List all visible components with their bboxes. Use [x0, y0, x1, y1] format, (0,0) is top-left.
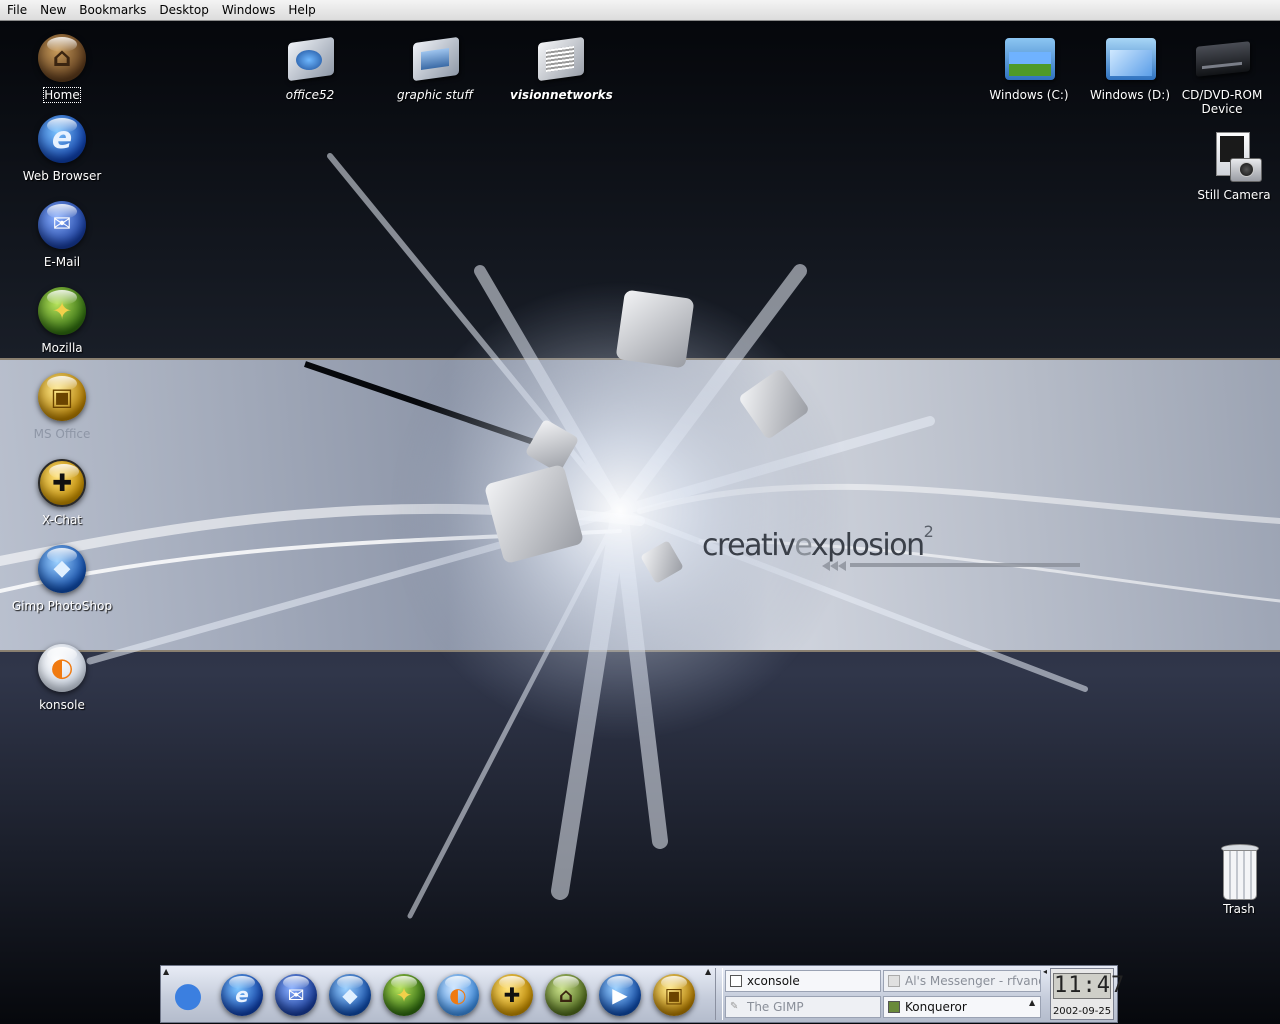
web-browser-icon: e	[34, 111, 90, 167]
konqueror-icon	[888, 1001, 900, 1013]
desktop-icon-visionnetworks-folder[interactable]: visionnetworks	[510, 30, 613, 102]
desktop-icon-mozilla[interactable]: ✦ Mozilla	[22, 283, 102, 355]
apple-menu-icon: ●	[173, 975, 203, 1015]
desktop-icon-windows-d[interactable]: Windows (D:)	[1088, 30, 1172, 102]
desktop-icon-email[interactable]: ✉ E-Mail	[22, 197, 102, 269]
panel-clock[interactable]: 11:47 2002-09-25	[1050, 968, 1126, 1020]
task-gimp[interactable]: ✎ The GIMP	[725, 996, 881, 1018]
desktop-icon-label: Mozilla	[41, 341, 83, 355]
clock-date: 2002-09-25	[1052, 1006, 1112, 1017]
folder-icon	[532, 30, 588, 86]
desktop-icon-label: Still Camera	[1197, 188, 1271, 202]
task-label: xconsole	[747, 974, 800, 988]
xchat-icon: ✚	[34, 455, 90, 511]
desktop-icon-gimp[interactable]: ◆ Gimp PhotoShop	[10, 541, 114, 613]
task-label: The GIMP	[747, 1000, 804, 1014]
kicker-panel: ▲ ● e ✉ ◆ ✦ ◐ ✚ ⌂ ▶ ▣ ▲ xconsole Al's Me…	[160, 965, 1126, 1023]
office-icon: ▣	[664, 983, 684, 1007]
desktop-icon-web-browser[interactable]: e Web Browser	[16, 111, 108, 183]
email-icon: ✉	[34, 197, 90, 253]
menu-bookmarks[interactable]: Bookmarks	[72, 3, 152, 17]
desktop-icon-still-camera[interactable]: Still Camera	[1196, 130, 1272, 202]
task-label: Konqueror	[905, 1000, 967, 1014]
task-messenger[interactable]: Al's Messenger - rfvande	[883, 970, 1041, 992]
launcher-office[interactable]: ▣	[651, 972, 697, 1018]
mozilla-icon: ✦	[34, 283, 90, 339]
menu-help[interactable]: Help	[281, 3, 321, 17]
folder-icon	[282, 30, 338, 86]
desktop-icon-label: Gimp PhotoShop	[11, 599, 113, 613]
desktop-icon-graphic-stuff-folder[interactable]: graphic stuff	[392, 30, 478, 102]
cdrom-drive-icon	[1194, 30, 1250, 86]
panel-applet-arrow-icon[interactable]: ▲	[705, 967, 711, 976]
drive-folder-icon	[1001, 30, 1057, 86]
menu-new[interactable]: New	[33, 3, 72, 17]
launcher-web-browser[interactable]: e	[219, 972, 265, 1018]
desktop-icon-label: X-Chat	[42, 513, 82, 527]
menu-file[interactable]: File	[0, 3, 33, 17]
clock-arrow-icon[interactable]: ◂	[1043, 967, 1047, 976]
desktop-icon-label: Windows (C:)	[989, 88, 1069, 102]
konsole-fish-icon: ◐	[34, 640, 90, 696]
gimp-icon: ✎	[730, 1001, 739, 1012]
gimp-icon: ◆	[342, 983, 358, 1007]
launcher-apple-menu[interactable]: ●	[165, 972, 211, 1018]
launcher-gimp[interactable]: ◆	[327, 972, 373, 1018]
messenger-icon	[888, 975, 900, 987]
desktop-icon-label: E-Mail	[43, 255, 81, 269]
desktop-icon-label: visionnetworks	[510, 88, 613, 102]
camera-icon	[1206, 130, 1262, 186]
xchat-icon: ✚	[503, 983, 521, 1007]
launcher-konsole[interactable]: ◐	[435, 972, 481, 1018]
desktop-icon-cdrom[interactable]: CD/DVD-ROM Device	[1176, 30, 1268, 116]
clock-time: 11:47	[1053, 973, 1126, 999]
launcher-media[interactable]: ▶	[597, 972, 643, 1018]
desktop-icon-label: office52	[285, 88, 335, 102]
task-label: Al's Messenger - rfvande	[905, 974, 1041, 988]
desktop-icon-label: Windows (D:)	[1089, 88, 1171, 102]
menu-desktop[interactable]: Desktop	[152, 3, 215, 17]
launcher-mozilla[interactable]: ✦	[381, 972, 427, 1018]
task-group-arrow-icon[interactable]: ▲	[1029, 998, 1035, 1007]
folder-icon	[407, 30, 463, 86]
taskbar-handle[interactable]	[715, 968, 723, 1020]
desktop-icon-konsole[interactable]: ◐ konsole	[22, 640, 102, 712]
konsole-fish-icon: ◐	[449, 983, 467, 1007]
email-icon: ✉	[287, 983, 305, 1007]
desktop-wallpaper	[0, 21, 1280, 1024]
desktop-icon-windows-c[interactable]: Windows (C:)	[986, 30, 1072, 102]
web-browser-icon: e	[235, 983, 249, 1007]
desktop-icon-label: konsole	[39, 698, 85, 712]
wallpaper-brand-text: creativexplosion2	[702, 522, 934, 563]
launcher-xchat[interactable]: ✚	[489, 972, 535, 1018]
menu-windows[interactable]: Windows	[215, 3, 282, 17]
desktop-icon-xchat[interactable]: ✚ X-Chat	[22, 455, 102, 527]
desktop-icon-home[interactable]: ⌂ Home	[22, 30, 102, 103]
desktop-icon-label: graphic stuff	[396, 88, 474, 102]
gimp-icon: ◆	[34, 541, 90, 597]
desktop-icon-office52-folder[interactable]: office52	[270, 30, 350, 102]
media-icon: ▶	[612, 983, 628, 1007]
window-icon	[730, 975, 742, 987]
office-icon: ▣	[34, 369, 90, 425]
trash-icon	[1211, 844, 1267, 900]
mozilla-icon: ✦	[395, 983, 413, 1007]
desktop-icon-trash[interactable]: Trash	[1204, 844, 1274, 916]
menu-bar: File New Bookmarks Desktop Windows Help	[0, 0, 1280, 21]
home-icon: ⌂	[34, 30, 90, 86]
task-xconsole[interactable]: xconsole	[725, 970, 881, 992]
task-konqueror[interactable]: Konqueror	[883, 996, 1041, 1018]
launcher-email[interactable]: ✉	[273, 972, 319, 1018]
desktop-icon-label: CD/DVD-ROM Device	[1181, 88, 1263, 116]
desktop-icon-label: Trash	[1223, 902, 1255, 916]
desktop-icon-label: Home	[43, 87, 81, 103]
launcher-home[interactable]: ⌂	[543, 972, 589, 1018]
desktop-icon-office[interactable]: ▣ MS Office	[22, 369, 102, 441]
home-icon: ⌂	[558, 983, 574, 1007]
desktop-icon-label: MS Office	[33, 427, 91, 441]
drive-folder-icon	[1102, 30, 1158, 86]
desktop-icon-label: Web Browser	[22, 169, 102, 183]
